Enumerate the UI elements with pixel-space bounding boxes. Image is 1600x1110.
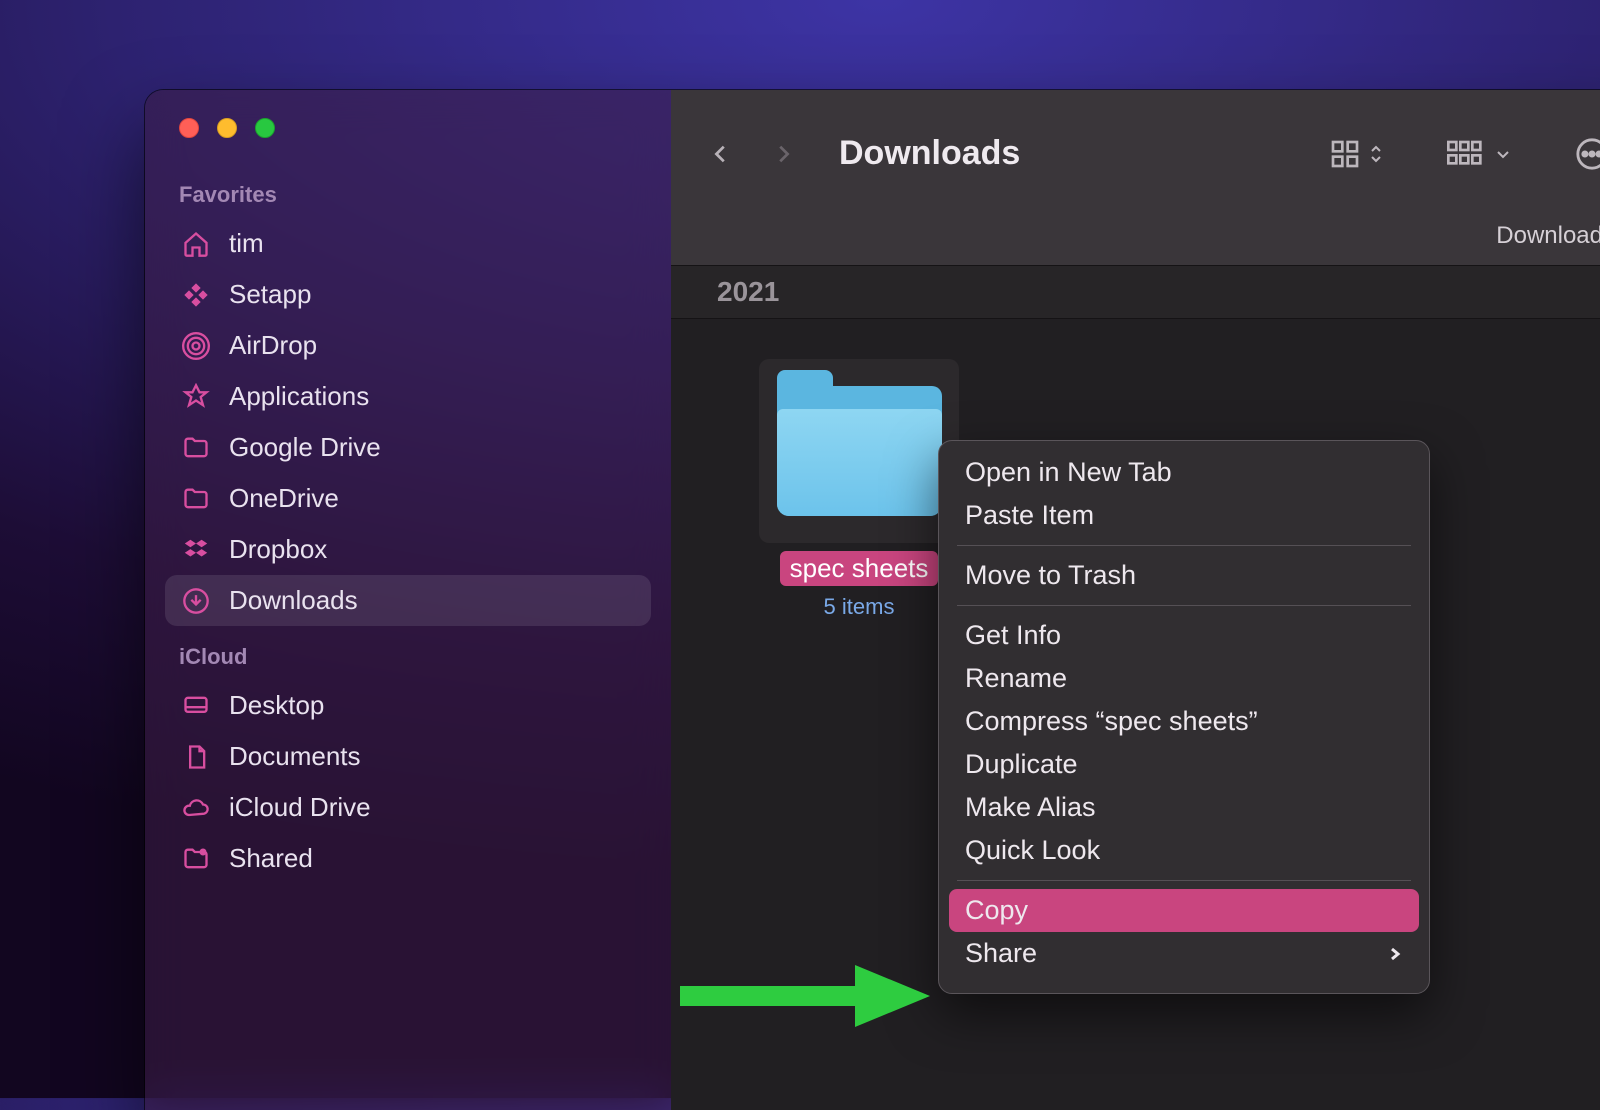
close-window-button[interactable] [179,118,199,138]
folder-icon [181,484,211,514]
sidebar-item-label: Documents [229,741,361,772]
window-title: Downloads [839,134,1301,173]
path-label[interactable]: Downloads [1496,222,1600,250]
dropbox-icon [181,535,211,565]
context-menu: Open in New Tab Paste Item Move to Trash… [938,440,1430,994]
cm-paste-item[interactable]: Paste Item [939,494,1429,537]
sidebar-item-label: OneDrive [229,483,339,514]
sidebar-item-icloud-drive[interactable]: iCloud Drive [165,782,651,833]
cm-separator [957,545,1411,546]
cm-separator [957,605,1411,606]
minimize-window-button[interactable] [217,118,237,138]
cm-duplicate[interactable]: Duplicate [939,743,1429,786]
setapp-icon [181,280,211,310]
sidebar-item-label: Downloads [229,585,358,616]
sidebar-item-label: tim [229,228,264,259]
sidebar-item-setapp[interactable]: Setapp [165,269,651,320]
view-icons-button[interactable] [1323,134,1389,174]
chevron-right-icon [1387,938,1403,969]
sidebar-item-label: Dropbox [229,534,327,565]
window-controls [179,118,651,138]
applications-icon [181,382,211,412]
sidebar-section-header: Favorites [179,182,637,208]
sidebar-item-airdrop[interactable]: AirDrop [165,320,651,371]
nav-forward-button[interactable] [763,134,803,174]
airdrop-icon [181,331,211,361]
sidebar-item-label: Shared [229,843,313,874]
cm-open-new-tab[interactable]: Open in New Tab [939,451,1429,494]
sidebar-item-label: Setapp [229,279,311,310]
zoom-window-button[interactable] [255,118,275,138]
cm-compress[interactable]: Compress “spec sheets” [939,700,1429,743]
folder-name-label[interactable]: spec sheets [780,551,939,586]
toolbar: Downloads Downloads [671,90,1600,265]
more-actions-button[interactable] [1569,133,1600,175]
cm-rename[interactable]: Rename [939,657,1429,700]
folder-item-count: 5 items [824,594,895,620]
sidebar-section-header: iCloud [179,644,637,670]
home-icon [181,229,211,259]
sidebar-item-google-drive[interactable]: Google Drive [165,422,651,473]
sidebar: Favorites tim Setapp AirDrop Application… [145,90,671,1110]
documents-icon [181,742,211,772]
sidebar-item-label: Google Drive [229,432,381,463]
sidebar-item-dropbox[interactable]: Dropbox [165,524,651,575]
view-grouping-button[interactable] [1441,136,1517,172]
cm-move-to-trash[interactable]: Move to Trash [939,554,1429,597]
cm-make-alias[interactable]: Make Alias [939,786,1429,829]
sidebar-item-label: AirDrop [229,330,317,361]
folder-item[interactable]: spec sheets 5 items [759,359,959,620]
icloud-icon [181,793,211,823]
cm-separator [957,880,1411,881]
downloads-icon [181,586,211,616]
cm-quick-look[interactable]: Quick Look [939,829,1429,872]
sidebar-item-home[interactable]: tim [165,218,651,269]
folder-icon [181,433,211,463]
sidebar-item-shared[interactable]: Shared [165,833,651,884]
cm-share[interactable]: Share [939,932,1429,975]
cm-get-info[interactable]: Get Info [939,614,1429,657]
sidebar-item-documents[interactable]: Documents [165,731,651,782]
shared-icon [181,844,211,874]
cm-copy[interactable]: Copy [949,889,1419,932]
nav-back-button[interactable] [701,134,741,174]
sidebar-item-desktop[interactable]: Desktop [165,680,651,731]
sidebar-item-downloads[interactable]: Downloads [165,575,651,626]
desktop-icon [181,691,211,721]
sidebar-item-label: Desktop [229,690,324,721]
sidebar-item-onedrive[interactable]: OneDrive [165,473,651,524]
group-header-label: 2021 [717,276,779,308]
sidebar-item-label: Applications [229,381,369,412]
sidebar-item-applications[interactable]: Applications [165,371,651,422]
folder-icon [759,359,959,543]
sidebar-item-label: iCloud Drive [229,792,371,823]
group-header: 2021 [671,265,1600,319]
